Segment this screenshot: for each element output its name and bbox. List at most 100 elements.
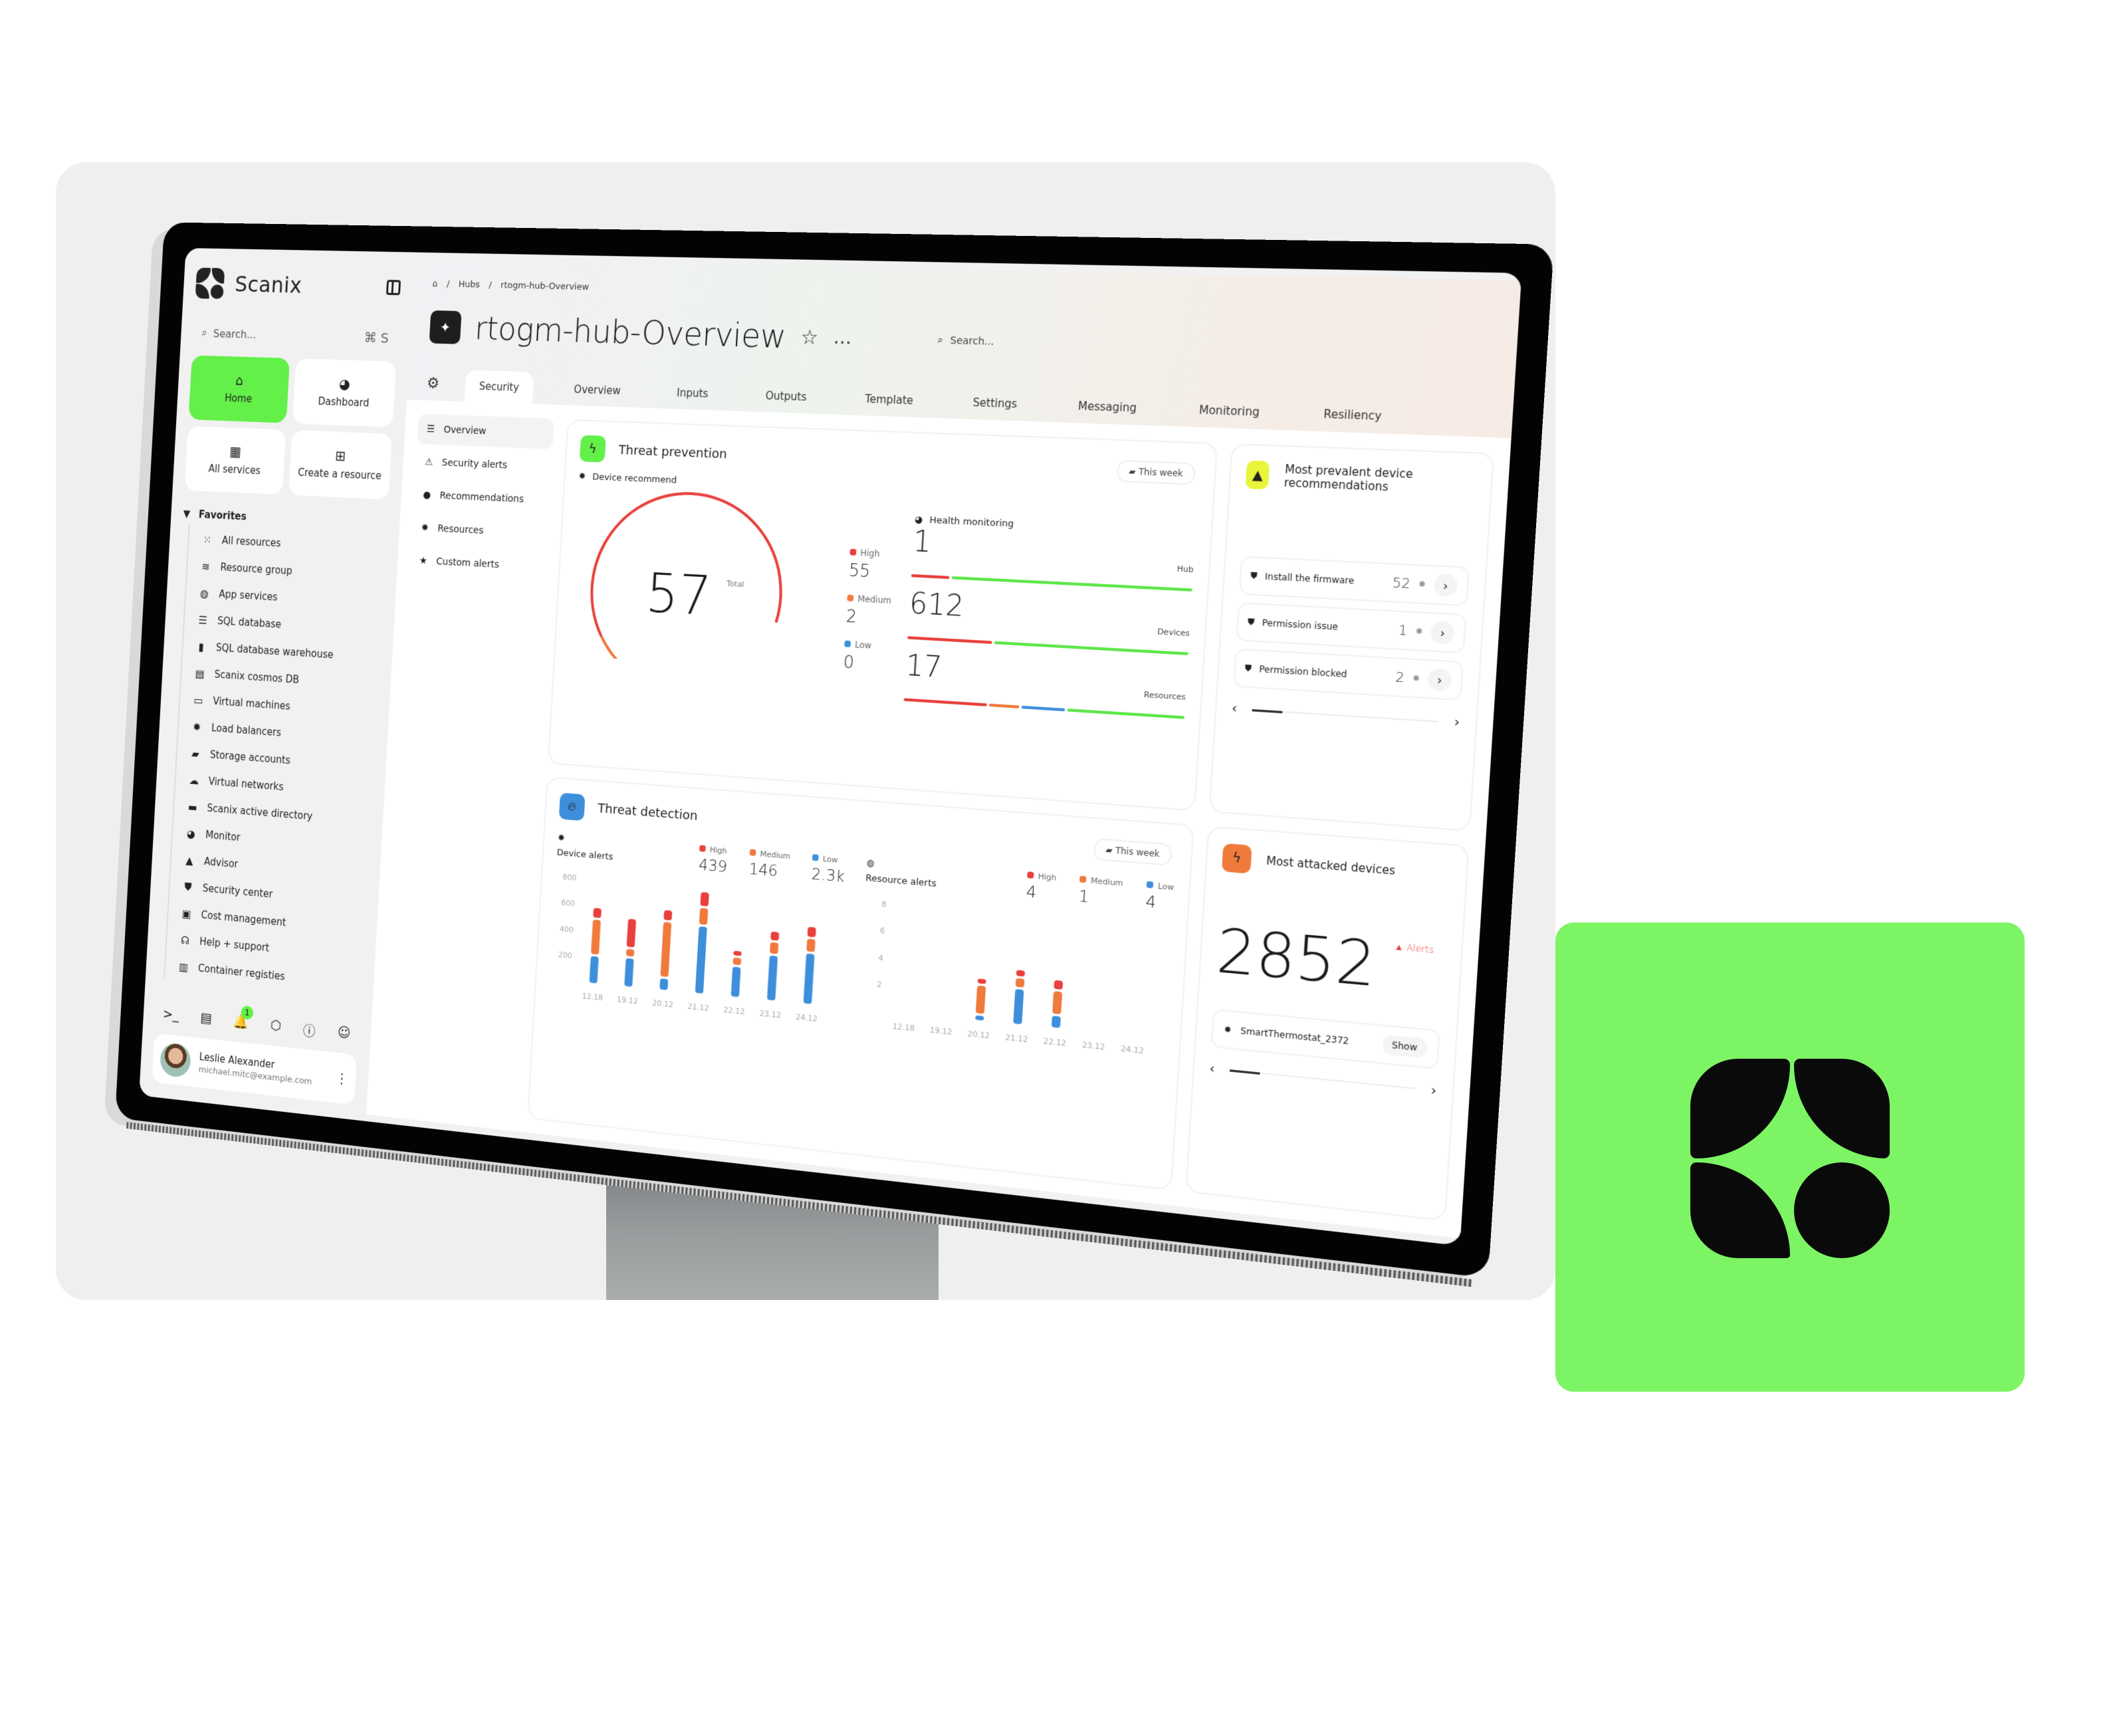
subnav-custom-alerts[interactable]: ★ Custom alerts [409, 545, 546, 582]
bar-medium [699, 907, 709, 925]
chevron-right-icon[interactable]: › [1427, 667, 1452, 692]
chevron-right-icon[interactable]: › [1454, 714, 1460, 731]
tab-resiliency[interactable]: Resiliency [1305, 396, 1400, 434]
bar-medium [732, 956, 742, 965]
show-button[interactable]: Show [1382, 1033, 1428, 1058]
x-tick-label: 20.12 [652, 998, 674, 1009]
settings-gear-icon[interactable]: ⚙ [426, 375, 439, 401]
tab-monitoring[interactable]: Monitoring [1182, 392, 1278, 429]
star-icon[interactable]: ☆ [800, 325, 819, 349]
recommendation-label: Install the firmware [1264, 571, 1355, 586]
monitor-bezel: Scanix ⌕ Search... ⌘ S ⌂ Home ◕ Dashboard ▦ A… [114, 222, 1554, 1287]
tab-settings[interactable]: Settings [956, 385, 1034, 421]
subnav-label: Security alerts [441, 457, 508, 471]
tab-messaging[interactable]: Messaging [1061, 389, 1154, 426]
server-icon: ▤ [195, 666, 205, 681]
y-tick-label: 8 [881, 899, 887, 909]
attacked-pager: ‹ › [1209, 1060, 1437, 1099]
sidebar-item-label: SQL database warehouse [215, 641, 334, 661]
recommendation-item[interactable]: ⛊ Permission blocked 2 ✹ › [1233, 648, 1464, 701]
lightbulb-icon: ● [422, 489, 431, 501]
chevron-left-icon[interactable]: ‹ [1209, 1060, 1216, 1076]
bar-high [593, 907, 602, 918]
health-bar [903, 698, 1185, 719]
quick-label: Dashboard [318, 395, 370, 409]
y-tick-label: 600 [561, 898, 576, 909]
bar-low [1051, 1015, 1062, 1028]
tab-security[interactable]: Security [464, 370, 534, 404]
feedback-icon[interactable]: ☺ [337, 1024, 351, 1045]
favorites-label: Favorites [198, 508, 247, 523]
quick-all-services[interactable]: ▦ All services [184, 426, 286, 495]
x-tick-label: 24.12 [1121, 1043, 1145, 1055]
terminal-icon[interactable]: >_ [162, 1006, 179, 1027]
app-window: Scanix ⌕ Search... ⌘ S ⌂ Home ◕ Dashboard ▦ A… [139, 248, 1522, 1246]
tab-inputs[interactable]: Inputs [661, 376, 725, 411]
home-icon[interactable]: ⌂ [432, 278, 438, 289]
recommendation-item[interactable]: ⛊ Install the firmware 52 ✹ › [1238, 556, 1470, 607]
device-row: ✹ SmartThermostat_2372 Show [1210, 1008, 1441, 1069]
bar-medium [660, 921, 672, 977]
star-icon: ★ [419, 555, 428, 567]
shield-warning-icon: ⛊ [1244, 663, 1252, 674]
subnav-security-alerts[interactable]: ⚠ Security alerts [415, 447, 552, 483]
quick-label: Create a resource [297, 466, 382, 483]
quick-create-a-resource[interactable]: ⊞ Create a resource [288, 430, 392, 500]
caret-down-icon: ▼ [183, 507, 191, 520]
book-icon[interactable]: ▤ [200, 1009, 213, 1030]
headset-icon: ☊ [180, 933, 190, 947]
hub-icon: ✦ [429, 310, 462, 344]
more-vertical-icon[interactable]: ⋮ [335, 1069, 348, 1087]
tab-overview[interactable]: Overview [558, 373, 636, 407]
tab-outputs[interactable]: Outputs [749, 379, 822, 414]
bar-low [1013, 988, 1024, 1024]
recommendation-count: 1 [1398, 622, 1408, 639]
quick-dashboard[interactable]: ◕ Dashboard [292, 358, 397, 427]
legend-swatch [699, 844, 707, 852]
x-tick-label: 24.12 [796, 1012, 818, 1023]
bar-low [624, 957, 634, 987]
threat-prevention-card: ϟ Threat prevention ▰ This week ✹ Device … [547, 419, 1218, 812]
bar-high [1054, 980, 1064, 990]
more-horizontal-icon[interactable]: … [833, 327, 852, 349]
chevron-left-icon[interactable]: ‹ [1231, 701, 1238, 716]
threat-detection-title: Threat detection [597, 801, 699, 824]
y-tick-label: 400 [560, 924, 574, 934]
sidebar-item-label: Help + support [199, 935, 270, 954]
alerts-tag: ▲ Alerts [1394, 940, 1434, 955]
period-select[interactable]: ▰ This week [1116, 459, 1196, 485]
bar-low [659, 978, 669, 990]
top-search-input[interactable]: ⌕ Search... [937, 335, 994, 348]
recommendation-item[interactable]: ⛊ Permission issue 1 ✹ › [1236, 601, 1467, 654]
subnav-overview[interactable]: ☰ Overview [417, 413, 554, 449]
legend-name: High [709, 845, 728, 855]
sidebar-toggle-icon[interactable] [386, 280, 401, 296]
device-alerts-svg: 200 400 600 800 12.18 19.12 20.12 21.12 22.12 23.… [558, 872, 818, 1024]
bar-high [733, 950, 742, 956]
legend-medium: Medium 1 [1078, 875, 1123, 909]
chevron-right-icon[interactable]: › [1430, 1082, 1437, 1099]
subnav-resources[interactable]: ✹ Resources [411, 512, 548, 550]
health-value: 612 [908, 587, 965, 623]
sidebar-item-label: All resources [221, 534, 281, 550]
shield-warning-icon: ⛊ [1247, 616, 1255, 627]
security-subnav: ☰ Overview ⚠ Security alerts ● Recommendation… [380, 413, 554, 1118]
legend-low: Low 0 [843, 639, 889, 675]
sidebar-item-label: Security center [202, 882, 273, 901]
plus-square-icon: ⊞ [334, 447, 346, 465]
search-placeholder: Search... [213, 326, 257, 341]
subnav-recommendations[interactable]: ● Recommendations [413, 479, 550, 516]
tab-template[interactable]: Template [849, 382, 930, 418]
settings-icon[interactable]: ⬡ [270, 1016, 282, 1037]
sidebar-search-input[interactable]: ⌕ Search... ⌘ S [192, 314, 399, 358]
subnav-label: Resources [437, 523, 484, 537]
x-tick-label: 22.12 [723, 1005, 745, 1016]
chevron-right-icon[interactable]: › [1433, 573, 1458, 597]
quick-home[interactable]: ⌂ Home [188, 355, 290, 423]
subnav-label: Overview [443, 424, 487, 437]
threat-prevention-title: Threat prevention [617, 442, 728, 462]
chevron-right-icon[interactable]: › [1430, 620, 1456, 645]
breadcrumb-hubs[interactable]: Hubs [458, 279, 480, 290]
bar-low [975, 1014, 984, 1021]
info-icon[interactable]: ⓘ [302, 1020, 316, 1040]
